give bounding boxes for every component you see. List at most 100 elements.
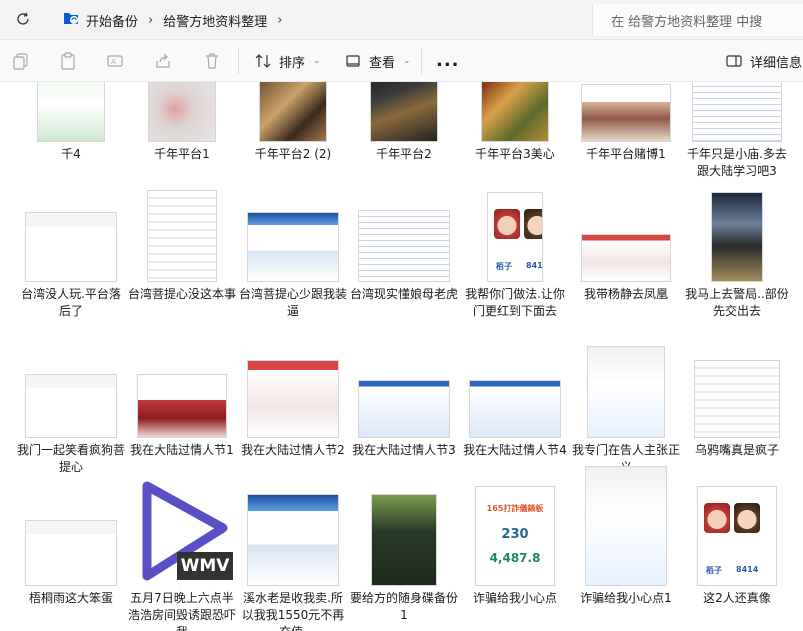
file-thumbnail [692, 82, 782, 142]
more-options-button[interactable]: ... [436, 50, 460, 71]
file-thumbnail [247, 494, 339, 586]
stats-text: 4,487.8 [489, 551, 541, 565]
sort-button[interactable]: 排序 ⌄ [255, 48, 321, 74]
avatar-caption: 栢子 [496, 262, 512, 271]
file-item[interactable]: 台湾没人玩.平台落后了 [16, 190, 126, 346]
search-input[interactable]: 在 给警方地资料整理 中搜 [592, 4, 803, 36]
file-thumbnail [358, 380, 450, 438]
avatar-caption: 栢子 [706, 566, 722, 575]
sort-label: 排序 [279, 55, 306, 71]
chevron-right-icon[interactable]: › [277, 13, 282, 28]
copy-button[interactable] [10, 50, 32, 72]
file-thumbnail [481, 82, 549, 142]
file-item-video[interactable]: WMV 五月7日晚上六点半浩浩房间毁诱跟恐吓我 [127, 480, 237, 631]
file-thumbnail [148, 82, 216, 142]
search-placeholder: 在 给警方地资料整理 中搜 [611, 14, 763, 30]
file-name-label: 台湾没人玩.平台落后了 [21, 287, 121, 318]
refresh-icon [17, 12, 29, 25]
file-type-badge: WMV [180, 556, 230, 576]
file-name-label: 千年平台3美心 [475, 147, 555, 161]
view-button[interactable]: 查看 ⌄ [345, 48, 411, 74]
file-name-label: 我在大陆过情人节1 [130, 443, 234, 457]
file-thumbnail [371, 494, 437, 586]
toolbar-divider [421, 48, 422, 74]
file-item[interactable]: 千年平台2 (2) [238, 82, 348, 206]
file-thumbnail [469, 380, 561, 438]
chevron-down-icon: ⌄ [403, 56, 411, 66]
file-name-label: 我马上去警局..部份先交出去 [685, 287, 789, 318]
rename-button[interactable]: A [104, 50, 126, 72]
file-item[interactable]: 千年平台3美心 [460, 82, 570, 206]
avatar [524, 209, 542, 239]
file-item[interactable]: 栢子 8414 这2人还真像 [682, 480, 792, 631]
file-name-label: 溪水老是收我卖.所以我我1550元不再充值. [241, 591, 345, 631]
file-item[interactable]: 台湾菩提心没这本事 [127, 190, 237, 346]
chevron-down-icon: ⌄ [313, 56, 321, 66]
file-name-label: 千年只是小庙.多去跟大陆学习吧3 [687, 147, 787, 178]
file-grid: 千4 千年平台1 千年平台2 (2) 千年平台2 千年平台3美心 千年平台赌博1 千年只是小… [0, 82, 803, 631]
file-thumbnail [694, 360, 780, 438]
file-item[interactable]: 我带杨静去凤凰 [571, 190, 681, 346]
file-item[interactable]: 千年平台赌博1 [571, 82, 681, 206]
file-item[interactable]: 我马上去警局..部份先交出去 [682, 190, 792, 346]
file-name-label: 五月7日晚上六点半浩浩房间毁诱跟恐吓我 [127, 591, 236, 631]
file-item[interactable]: 要给方的随身碟备份1 [349, 480, 459, 631]
file-thumbnail [147, 190, 217, 282]
file-item[interactable]: 台湾现实懂娘母老虎 [349, 190, 459, 346]
file-name-label: 台湾现实懂娘母老虎 [349, 287, 458, 301]
file-item[interactable]: 溪水老是收我卖.所以我我1550元不再充值. [238, 480, 348, 631]
view-label: 查看 [369, 55, 396, 71]
refresh-button[interactable] [12, 8, 34, 30]
copy-icon [13, 53, 28, 70]
file-thumbnail: 165打詐儀錶板 230 4,487.8 [475, 486, 555, 586]
file-name-label: 梧桐雨这大笨蛋 [28, 591, 113, 605]
breadcrumb-label: 开始备份 [86, 14, 139, 30]
details-pane-icon [726, 55, 742, 67]
details-pane-button[interactable]: 详细信息 [726, 48, 802, 74]
file-thumbnail [37, 82, 105, 142]
share-button[interactable] [152, 50, 174, 72]
trash-icon [206, 53, 218, 69]
file-name-label: 我带杨静去凤凰 [583, 287, 668, 301]
paste-button[interactable] [57, 50, 79, 72]
file-item[interactable]: 千年只是小庙.多去跟大陆学习吧3 [682, 82, 792, 206]
file-thumbnail [581, 234, 671, 282]
file-thumbnail [259, 82, 327, 142]
file-item[interactable]: 栢子 8414 我帮你门做法.让你门更红到下面去 [460, 190, 570, 346]
file-item[interactable]: 台湾菩提心少跟我装逼 [238, 190, 348, 346]
paste-icon [61, 52, 75, 70]
command-bar: A 排序 ⌄ 查看 ⌄ ... 详细信息 [0, 40, 803, 82]
file-name-label: 诈骗给我小心点 [472, 591, 557, 605]
file-thumbnail [25, 212, 117, 282]
file-name-label: 千年平台赌博1 [586, 147, 666, 161]
file-thumbnail [137, 374, 227, 438]
breadcrumb-label: 给警方地资料整理 [163, 14, 268, 30]
avatar [494, 209, 520, 239]
file-item[interactable]: 梧桐雨这大笨蛋 [16, 480, 126, 631]
file-name-label: 我门一起笑看疯狗菩提心 [16, 443, 125, 474]
file-name-label: 要给方的随身碟备份1 [349, 591, 458, 622]
file-thumbnail [587, 346, 665, 438]
file-thumbnail [581, 84, 671, 142]
avatar-pair [494, 209, 542, 239]
file-item[interactable]: 千4 [16, 82, 126, 206]
chevron-right-icon[interactable]: › [148, 13, 153, 28]
rename-icon: A [107, 55, 123, 67]
file-item[interactable]: 千年平台1 [127, 82, 237, 206]
delete-button[interactable] [201, 50, 223, 72]
file-thumbnail [25, 374, 117, 438]
address-bar: 开始备份 › 给警方地资料整理 › 在 给警方地资料整理 中搜 [0, 0, 803, 40]
video-file-icon: WMV [137, 480, 233, 588]
file-item[interactable]: 诈骗给我小心点1 [571, 466, 681, 631]
avatar-caption: 8414 [736, 565, 759, 574]
file-item[interactable]: 千年平台2 [349, 82, 459, 206]
file-item[interactable]: 165打詐儀錶板 230 4,487.8 诈骗给我小心点 [460, 480, 570, 631]
file-name-label: 我在大陆过情人节3 [352, 443, 456, 457]
stats-text: 165打詐儀錶板 [486, 504, 544, 513]
svg-text:A: A [111, 58, 116, 66]
breadcrumb-item-backup[interactable]: 开始备份 [52, 10, 138, 30]
file-name-label: 乌鸦嘴真是疯子 [694, 443, 779, 457]
file-name-label: 我帮你门做法.让你门更红到下面去 [465, 287, 565, 318]
breadcrumb-item-current[interactable]: 给警方地资料整理 [163, 11, 267, 30]
toolbar-divider [238, 48, 239, 74]
